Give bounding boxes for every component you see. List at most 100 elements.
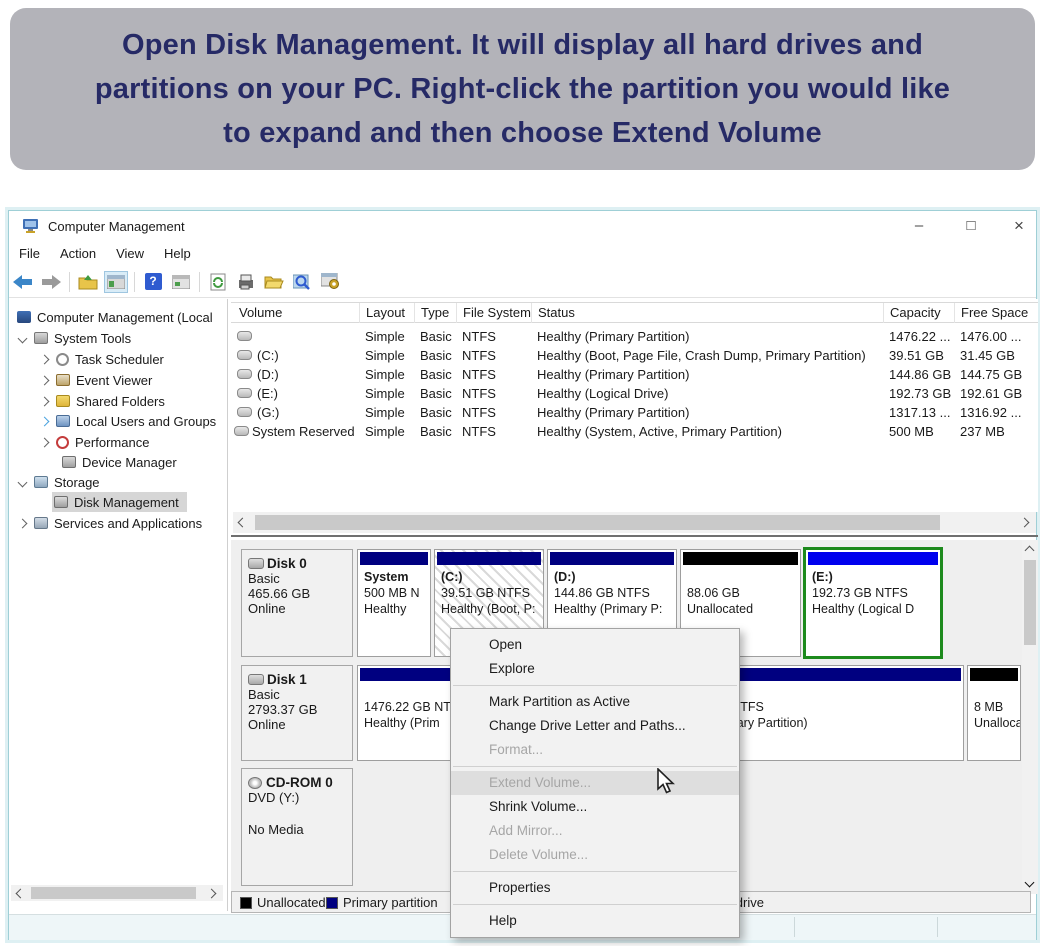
- close-button[interactable]: ×: [1002, 213, 1036, 239]
- local-users-groups-icon: [56, 415, 70, 427]
- primary-partition-bar: [437, 552, 541, 565]
- help-icon[interactable]: ?: [141, 271, 165, 293]
- menu-separator: [453, 766, 737, 767]
- open-folder-icon[interactable]: [262, 271, 286, 293]
- tree-item-local-users-groups[interactable]: Local Users and Groups: [41, 411, 216, 431]
- volume-icon: [237, 407, 252, 417]
- column-volume[interactable]: Volume: [233, 303, 359, 323]
- chevron-down-icon[interactable]: [18, 333, 28, 343]
- menu-item-add-mirror: Add Mirror...: [451, 819, 739, 843]
- tree-item-shared-folders[interactable]: Shared Folders: [41, 391, 165, 411]
- tree-item-task-scheduler[interactable]: Task Scheduler: [41, 349, 164, 369]
- menu-help[interactable]: Help: [154, 246, 201, 261]
- scrollbar-thumb[interactable]: [1024, 560, 1036, 645]
- maximize-button[interactable]: □: [954, 213, 988, 239]
- refresh-icon[interactable]: [206, 271, 230, 293]
- console-window-icon[interactable]: [169, 271, 193, 293]
- scroll-down-icon[interactable]: [1025, 878, 1035, 888]
- menu-file[interactable]: File: [9, 246, 50, 261]
- disk0-header[interactable]: Disk 0 Basic 465.66 GB Online: [241, 549, 353, 657]
- scrollbar-thumb[interactable]: [31, 887, 196, 899]
- disk-management-icon: [54, 496, 68, 508]
- chevron-right-icon[interactable]: [40, 375, 50, 385]
- show-console-tree-icon[interactable]: [104, 271, 128, 293]
- menu-item-open[interactable]: Open: [451, 633, 739, 657]
- column-type[interactable]: Type: [414, 303, 456, 323]
- menu-item-shrink-volume[interactable]: Shrink Volume...: [451, 795, 739, 819]
- minimize-button[interactable]: –: [902, 213, 936, 239]
- menu-item-properties[interactable]: Properties: [451, 876, 739, 900]
- export-list-icon[interactable]: [234, 271, 258, 293]
- cdrom-header[interactable]: CD-ROM 0 DVD (Y:) No Media: [241, 768, 353, 886]
- toolbar-separator: [199, 272, 200, 292]
- chevron-right-icon[interactable]: [18, 518, 28, 528]
- tree-horizontal-scrollbar[interactable]: [11, 885, 223, 901]
- partition-e-selected[interactable]: (E:)192.73 GB NTFSHealthy (Logical D: [803, 547, 943, 659]
- tree-item-device-manager[interactable]: Device Manager: [54, 452, 177, 472]
- volume-icon: [237, 331, 252, 341]
- volume-row[interactable]: (C:) Simple Basic NTFS Healthy (Boot, Pa…: [231, 346, 1038, 365]
- menu-view[interactable]: View: [106, 246, 154, 261]
- tree-item-computer-management[interactable]: Computer Management (Local: [13, 307, 213, 327]
- up-folder-icon[interactable]: [76, 271, 100, 293]
- column-status[interactable]: Status: [531, 303, 883, 323]
- scroll-right-icon[interactable]: [1020, 518, 1030, 528]
- tree-item-disk-management[interactable]: Disk Management: [52, 492, 187, 512]
- primary-partition-bar: [550, 552, 674, 565]
- pane-splitter[interactable]: [231, 535, 1038, 537]
- scroll-right-icon[interactable]: [207, 889, 217, 899]
- scroll-left-icon[interactable]: [16, 889, 26, 899]
- column-file-system[interactable]: File System: [456, 303, 531, 323]
- menu-item-change-drive-letter[interactable]: Change Drive Letter and Paths...: [451, 714, 739, 738]
- volume-list-pane: Volume Layout Type File System Status Ca…: [231, 299, 1038, 512]
- volume-row[interactable]: (G:) Simple Basic NTFS Healthy (Primary …: [231, 403, 1038, 422]
- column-layout[interactable]: Layout: [359, 303, 414, 323]
- volume-icon: [234, 426, 249, 436]
- menu-action[interactable]: Action: [50, 246, 106, 261]
- column-free-space[interactable]: Free Space: [954, 303, 1036, 323]
- find-icon[interactable]: [290, 271, 314, 293]
- tree-item-performance[interactable]: Performance: [41, 432, 149, 452]
- chevron-right-icon[interactable]: [40, 354, 50, 364]
- graphic-pane-vertical-scrollbar[interactable]: [1022, 540, 1038, 894]
- chevron-right-icon[interactable]: [40, 437, 50, 447]
- volume-row[interactable]: (D:) Simple Basic NTFS Healthy (Primary …: [231, 365, 1038, 384]
- scroll-left-icon[interactable]: [238, 518, 248, 528]
- title-bar: Computer Management – □ ×: [9, 211, 1036, 241]
- disk1-header[interactable]: Disk 1 Basic 2793.37 GB Online: [241, 665, 353, 761]
- tree-item-event-viewer[interactable]: Event Viewer: [41, 370, 152, 390]
- menu-item-mark-partition-active[interactable]: Mark Partition as Active: [451, 690, 739, 714]
- storage-icon: [34, 476, 48, 488]
- menu-separator: [453, 904, 737, 905]
- volume-row[interactable]: (E:) Simple Basic NTFS Healthy (Logical …: [231, 384, 1038, 403]
- volume-row[interactable]: System Reserved Simple Basic NTFS Health…: [231, 422, 1038, 441]
- back-icon[interactable]: [11, 271, 35, 293]
- task-scheduler-icon: [56, 353, 69, 366]
- tree-item-system-tools[interactable]: System Tools: [19, 328, 131, 348]
- chevron-right-icon[interactable]: [40, 396, 50, 406]
- menu-item-explore[interactable]: Explore: [451, 657, 739, 681]
- performance-icon: [56, 436, 69, 449]
- legend-unallocated: Unallocated: [240, 895, 326, 910]
- partition-system[interactable]: System500 MB NHealthy: [357, 549, 431, 657]
- screenshot-stage: Open Disk Management. It will display al…: [0, 0, 1045, 946]
- volume-row[interactable]: Simple Basic NTFS Healthy (Primary Parti…: [231, 327, 1038, 346]
- chevron-down-icon[interactable]: [18, 477, 28, 487]
- tree-item-services-applications[interactable]: Services and Applications: [19, 513, 202, 533]
- banner-line-2: partitions on your PC. Right-click the p…: [95, 67, 950, 111]
- scroll-up-icon[interactable]: [1025, 546, 1035, 556]
- unallocated-small-region[interactable]: 8 MBUnallocated: [967, 665, 1021, 761]
- mouse-cursor-icon: [655, 768, 679, 794]
- menu-item-extend-volume: Extend Volume...: [451, 771, 739, 795]
- tree-item-storage[interactable]: Storage: [19, 472, 100, 492]
- chevron-right-icon[interactable]: [40, 416, 50, 426]
- column-capacity[interactable]: Capacity: [883, 303, 954, 323]
- system-tools-icon: [34, 332, 48, 344]
- scrollbar-thumb[interactable]: [255, 515, 940, 530]
- settings-icon[interactable]: [318, 271, 342, 293]
- banner-text: Open Disk Management. It will display al…: [95, 23, 950, 155]
- volume-pane-horizontal-scrollbar[interactable]: [233, 512, 1036, 533]
- volume-icon: [237, 388, 252, 398]
- menu-item-help[interactable]: Help: [451, 909, 739, 933]
- forward-icon[interactable]: [39, 271, 63, 293]
